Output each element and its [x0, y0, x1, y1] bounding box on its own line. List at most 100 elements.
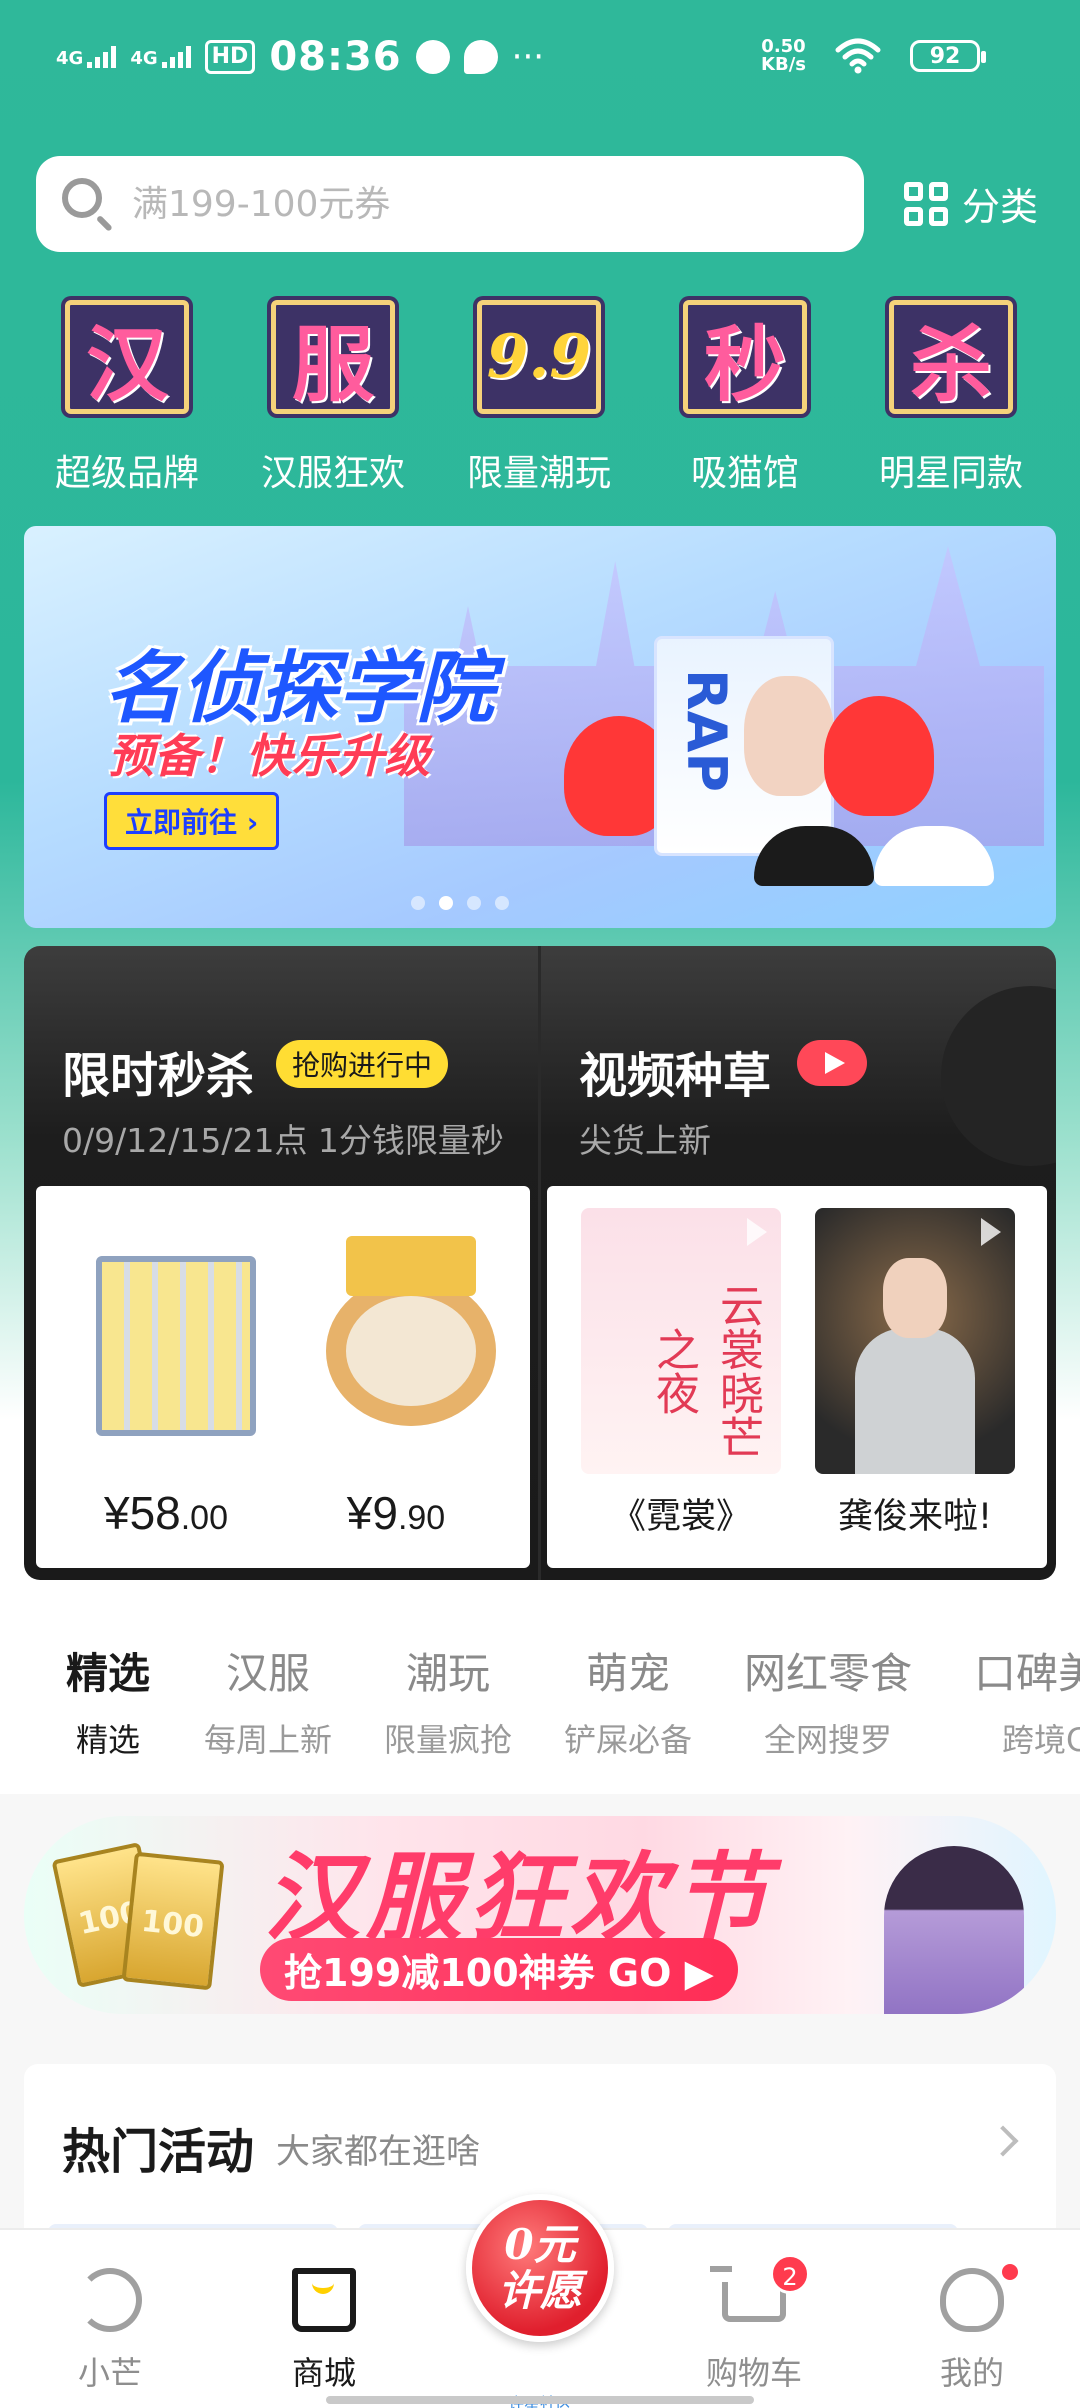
grid-icon [904, 181, 948, 226]
search-bar[interactable] [36, 156, 864, 252]
search-icon [60, 176, 116, 232]
flash-sale-products: ¥58.00 ¥9.90 [36, 1186, 530, 1568]
home-indicator[interactable] [326, 2396, 754, 2404]
video-label: 龚俊来啦! [837, 1497, 993, 1537]
quick-nav-item-cats[interactable]: 秒 吸猫馆 [642, 290, 848, 500]
tab-subtitle: 全网搜罗 [764, 1721, 893, 1759]
refresh-icon [78, 2268, 142, 2332]
tab-beauty[interactable]: 口碑美 跨境C [974, 1640, 1080, 1761]
price-decimal: .90 [397, 1499, 446, 1537]
hot-activities-subtitle: 大家都在逛啥 [276, 2132, 480, 2172]
video-thumbnail: 云裳晓芒之夜 [581, 1208, 781, 1474]
quick-nav-tile: 秒 [683, 300, 807, 414]
tab-subtitle: 精选 [76, 1721, 141, 1759]
play-icon [797, 1040, 867, 1086]
video-label: 《霓裳》 [610, 1497, 751, 1537]
quick-nav-tile: 杀 [889, 300, 1013, 414]
quick-nav-tile: 9.9 [477, 300, 601, 414]
promo-banner-carousel[interactable]: 名侦探学院 预备！快乐升级 立即前往 › RAP [24, 526, 1056, 928]
flash-sale-section[interactable]: 限时秒杀 抢购进行中 0/9/12/15/21点 1分钱限量秒 ¥58.00 ¥… [24, 946, 538, 1580]
nav-label: 购物车 [705, 2354, 802, 2392]
more-notifications-icon: ··· [511, 37, 545, 77]
coupon-illustration: 100 100 [51, 1840, 234, 1991]
nav-label: 我的 [939, 2354, 1004, 2392]
price-integer: ¥9 [346, 1487, 398, 1539]
category-button[interactable]: 分类 [904, 176, 1038, 231]
chevron-right-icon[interactable] [987, 2125, 1019, 2157]
flash-sale-product[interactable]: ¥9.90 [286, 1186, 506, 1568]
quick-nav-tile: 服 [271, 300, 395, 414]
category-tabs: 精选 精选 汉服 每周上新 潮玩 限量疯抢 萌宠 铲屎必备 网红零食 全网搜罗 … [0, 1600, 1080, 1794]
tab-hanfu[interactable]: 汉服 每周上新 [204, 1640, 332, 1761]
tab-featured[interactable]: 精选 精选 [66, 1640, 150, 1761]
tab-subtitle: 铲屎必备 [564, 1721, 693, 1759]
carousel-dots [24, 896, 976, 910]
app-notification-icon [415, 40, 450, 74]
tab-toys[interactable]: 潮玩 限量疯抢 [384, 1640, 512, 1761]
video-thumbnail [815, 1208, 1015, 1474]
quick-nav-label: 吸猫馆 [690, 453, 799, 494]
quick-nav-label: 限量潮玩 [466, 453, 611, 494]
decorative-circle [941, 986, 1056, 1166]
carousel-dot [467, 896, 481, 910]
status-time: 08:36 [269, 34, 402, 80]
notification-dot [1002, 2264, 1018, 2280]
battery-icon: 92 [910, 40, 986, 72]
flash-sale-title: 限时秒杀 [62, 1048, 255, 1104]
network-speed-unit: KB/s [761, 54, 806, 75]
tab-title: 潮玩 [406, 1649, 491, 1698]
video-list: 云裳晓芒之夜 《霓裳》 龚俊来啦! [547, 1186, 1047, 1568]
product-image [96, 1256, 256, 1436]
product-image [326, 1236, 496, 1426]
battery-level: 92 [929, 43, 961, 69]
flash-sale-status-badge: 抢购进行中 [276, 1040, 449, 1088]
flash-sale-product[interactable]: ¥58.00 [56, 1186, 276, 1568]
zero-yuan-wish-button[interactable]: 0元许愿 [466, 2194, 614, 2342]
video-section[interactable]: 视频种草 尖货上新 云裳晓芒之夜 《霓裳》 龚俊来啦! [538, 946, 1056, 1580]
tab-subtitle: 跨境C [1002, 1721, 1080, 1759]
hanfu-banner-section: 100 100 汉服狂欢节 抢199减100神券 GO ▶ [0, 1794, 1080, 2034]
cart-count-badge: 2 [770, 2254, 810, 2294]
coupon-ticket: 100 [121, 1851, 225, 1991]
video-section-subtitle: 尖货上新 [579, 1121, 711, 1160]
celebrity-illustration [744, 676, 834, 796]
category-label: 分类 [962, 185, 1039, 229]
quick-nav-tile: 汉 [65, 300, 189, 414]
tab-title: 网红零食 [744, 1649, 913, 1698]
signal-indicator-2: 4G [130, 46, 191, 69]
quick-nav-item-super-brand[interactable]: 汉 超级品牌 [24, 290, 230, 500]
tab-subtitle: 限量疯抢 [384, 1721, 513, 1759]
quick-nav-item-celebrity[interactable]: 杀 明星同款 [848, 290, 1054, 500]
tab-pets[interactable]: 萌宠 铲屎必备 [564, 1640, 692, 1761]
signal-label: 4G [130, 48, 158, 69]
banner-cta-button[interactable]: 立即前往 › [104, 792, 280, 850]
hanfu-festival-banner[interactable]: 100 100 汉服狂欢节 抢199减100神券 GO ▶ [24, 1816, 1056, 2014]
signal-bars-icon [87, 46, 117, 68]
search-input[interactable] [132, 183, 832, 225]
profile-icon [940, 2268, 1004, 2332]
video-section-title: 视频种草 [579, 1048, 772, 1104]
tab-title: 口碑美 [974, 1649, 1080, 1698]
shopping-bag-icon [292, 2268, 356, 2332]
video-item[interactable]: 龚俊来啦! [815, 1208, 1015, 1568]
video-thumbnail-text: 云裳晓芒之夜 [648, 1283, 763, 1459]
quick-nav-item-hanfu[interactable]: 服 汉服狂欢 [230, 290, 436, 500]
price-decimal: .00 [180, 1499, 228, 1537]
carousel-dot [411, 896, 425, 910]
banner-subtitle: 预备！快乐升级 [108, 729, 430, 783]
carousel-dot [495, 896, 509, 910]
product-price: ¥58.00 [56, 1486, 276, 1540]
product-price: ¥9.90 [286, 1486, 506, 1540]
signal-indicator-1: 4G [56, 46, 117, 68]
hanfu-banner-cta[interactable]: 抢199减100神券 GO ▶ [260, 1938, 738, 2001]
hanfu-girl-illustration [884, 1846, 1024, 2014]
video-item[interactable]: 云裳晓芒之夜 《霓裳》 [581, 1208, 781, 1568]
hot-activities-title: 热门活动 [62, 2124, 255, 2180]
wifi-icon [835, 38, 881, 74]
hd-badge: HD [204, 40, 256, 74]
signal-bars-icon [161, 46, 191, 68]
tab-title: 精选 [66, 1649, 151, 1698]
status-bar: 4G 4G HD 08:36 ··· 0.50 KB/s 92 [0, 0, 1080, 120]
quick-nav-item-toys[interactable]: 9.9 限量潮玩 [436, 290, 642, 500]
tab-snacks[interactable]: 网红零食 全网搜罗 [744, 1640, 912, 1761]
